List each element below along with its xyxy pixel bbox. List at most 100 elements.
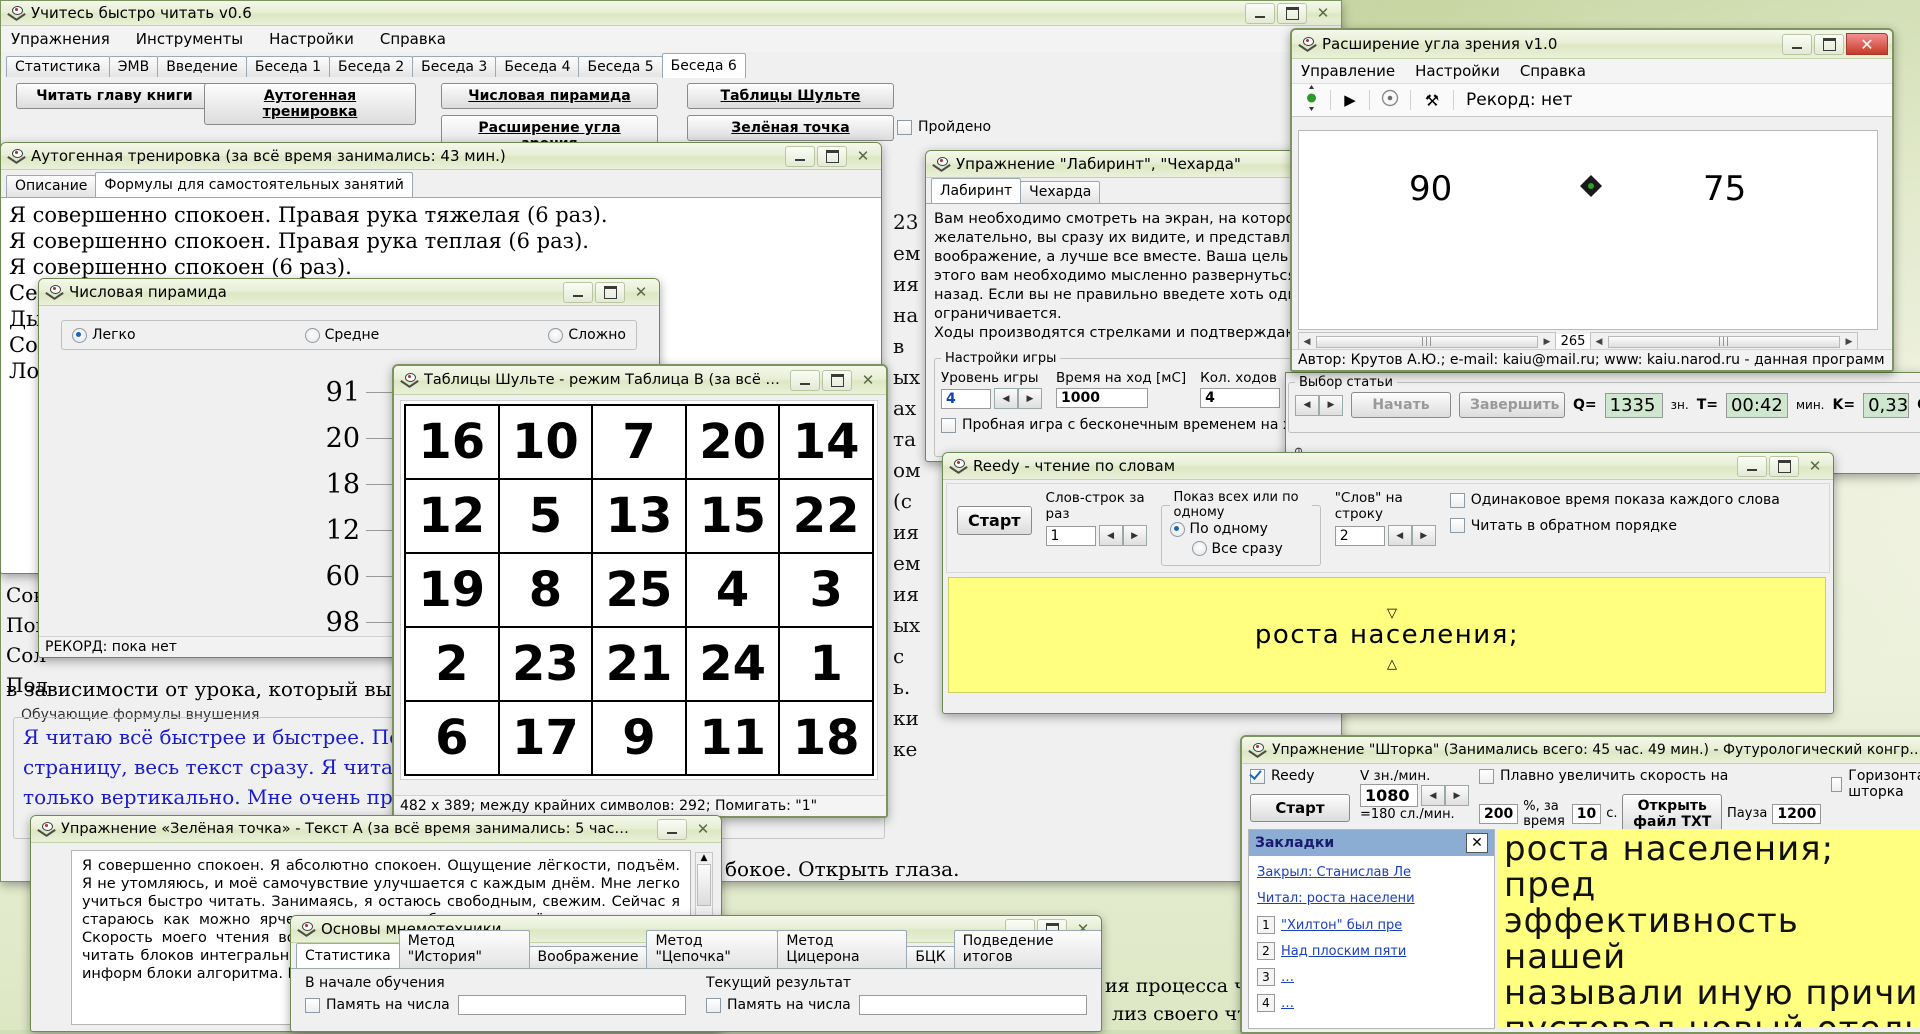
schulte-cell[interactable]: 8 <box>497 552 594 628</box>
pause-value[interactable]: 1200 <box>1772 803 1822 824</box>
schulte-window-controls[interactable]: ✕ <box>790 369 882 391</box>
schulte-cell[interactable]: 23 <box>497 626 594 702</box>
minimize-icon[interactable] <box>563 281 593 303</box>
minimize-icon[interactable] <box>1245 2 1275 24</box>
minimize-icon[interactable] <box>657 818 687 840</box>
schulte-cell[interactable]: 1 <box>778 626 874 702</box>
autogenic-training-button[interactable]: Аутогенная тренировка <box>204 83 416 125</box>
scroll-right-icon[interactable]: ▶ <box>1539 337 1555 347</box>
minimize-icon[interactable] <box>1782 33 1812 55</box>
maximize-icon[interactable] <box>1277 2 1307 24</box>
schulte-cell[interactable]: 7 <box>591 404 687 480</box>
schulte-cell[interactable]: 22 <box>778 478 874 554</box>
mnemo-tab-strip[interactable]: Статистика Метод "История" Воображение М… <box>291 930 1101 969</box>
main-window-titlebar[interactable]: Учитесь быстро читать v0.6 ✕ <box>1 1 1341 26</box>
play-icon[interactable]: ▶ <box>1331 91 1369 109</box>
green-point-button[interactable]: Зелёная точка <box>687 115 894 141</box>
schulte-cell[interactable]: 5 <box>497 478 594 554</box>
pyramid-titlebar[interactable]: Числовая пирамида ✕ <box>39 279 659 306</box>
bookmark-link[interactable]: Над плоским пяти <box>1281 944 1406 959</box>
scroll-up-icon[interactable]: ▲ <box>696 853 712 863</box>
schulte-cell[interactable]: 4 <box>684 552 781 628</box>
tab-statistika[interactable]: Статистика <box>296 943 400 968</box>
shtorka-text-area[interactable]: роста населения; пред эффективность наше… <box>1498 829 1920 1027</box>
memory-numbers-checkbox-2[interactable]: Память на числа <box>706 997 851 1013</box>
memory-numbers-checkbox-1[interactable]: Память на числа <box>305 997 450 1013</box>
tab-emv[interactable]: ЭМВ <box>108 56 159 78</box>
memory-numbers-field-2[interactable] <box>858 995 1087 1015</box>
number-pyramid-button[interactable]: Числовая пирамида <box>441 83 658 109</box>
level-medium-radio[interactable]: Средне <box>304 327 379 343</box>
shtorka-start-button[interactable]: Старт <box>1250 793 1350 822</box>
schulte-grid[interactable]: 16 10 7 20 14 12 5 13 15 22 19 8 25 4 3 … <box>404 404 874 776</box>
scroll-left-icon[interactable]: ◀ <box>1591 337 1607 347</box>
words-lines-value[interactable]: 1 <box>1045 525 1096 546</box>
green-point-titlebar[interactable]: Упражнение «Зелёная точка» - Текст А (за… <box>31 816 721 843</box>
tab-podvedenie-itogov[interactable]: Подведение итогов <box>953 930 1101 968</box>
close-icon[interactable]: ✕ <box>1309 4 1337 23</box>
schulte-canvas[interactable]: 16 10 7 20 14 12 5 13 15 22 19 8 25 4 3 … <box>400 400 878 780</box>
target-icon[interactable] <box>1370 89 1410 111</box>
move-time-value[interactable]: 1000 <box>1056 388 1148 408</box>
bookmark-link[interactable]: … <box>1281 996 1294 1011</box>
main-menu-bar[interactable]: Упражнения Инструменты Настройки Справка <box>1 26 1341 52</box>
schulte-cell[interactable]: 15 <box>684 478 781 554</box>
menu-item-upravlenie[interactable]: Управление <box>1301 62 1395 80</box>
autogenic-tab-strip[interactable]: Описание Формулы для самостоятельных зан… <box>1 170 881 198</box>
words-per-line-spinner[interactable]: ◀ ▶ <box>1387 525 1436 546</box>
level-easy-radio[interactable]: Легко <box>72 327 136 343</box>
schulte-cell[interactable]: 20 <box>684 404 781 480</box>
level-hard-radio[interactable]: Сложно <box>548 327 626 343</box>
article-spinner[interactable]: ◀ ▶ <box>1295 394 1343 416</box>
labyrinth-titlebar[interactable]: Упражнение "Лабиринт", "Чехарда" <box>926 151 1326 178</box>
schulte-cell[interactable]: 25 <box>591 552 687 628</box>
vision-toolbar[interactable]: ▶ ⚒ Рекорд: нет <box>1292 83 1892 117</box>
finish-button[interactable]: Завершить <box>1459 392 1565 418</box>
scrollbar-thumb[interactable] <box>697 864 711 906</box>
tab-beseda-6[interactable]: Беседа 6 <box>661 53 746 78</box>
scroll-right-icon[interactable]: ▶ <box>1841 337 1857 347</box>
schulte-cell[interactable]: 21 <box>591 626 687 702</box>
tab-formuly[interactable]: Формулы для самостоятельных занятий <box>95 172 413 197</box>
time-value[interactable]: 10 <box>1571 803 1602 824</box>
memory-numbers-field-1[interactable] <box>457 995 686 1015</box>
menu-item-help[interactable]: Справка <box>380 30 446 48</box>
schulte-cell[interactable]: 17 <box>497 700 594 776</box>
reedy-start-button[interactable]: Старт <box>957 506 1032 535</box>
schulte-cell[interactable]: 24 <box>684 626 781 702</box>
tab-metod-tsitserona[interactable]: Метод Цицерона <box>777 930 908 968</box>
tab-metod-tsepochka[interactable]: Метод "Цепочка" <box>646 930 779 968</box>
vision-window-controls[interactable]: ✕ <box>1782 33 1888 55</box>
tab-beseda-3[interactable]: Беседа 3 <box>412 56 497 78</box>
green-dot-icon[interactable] <box>1292 85 1330 115</box>
show-mode-one-radio[interactable]: По одному <box>1169 521 1268 537</box>
open-txt-button[interactable]: Открыть файл TXT <box>1622 793 1723 834</box>
tab-beseda-4[interactable]: Беседа 4 <box>495 56 580 78</box>
schulte-cell[interactable]: 2 <box>404 626 500 702</box>
scrollbar-thumb[interactable]: ||| <box>1608 335 1840 348</box>
reedy-checkbox[interactable]: Reedy <box>1250 768 1315 784</box>
equal-time-checkbox[interactable]: Одинаковое время показа каждого слова <box>1449 492 1780 508</box>
maximize-icon[interactable] <box>1814 33 1844 55</box>
level-value[interactable]: 4 <box>941 388 991 409</box>
menu-item-spravka[interactable]: Справка <box>1520 62 1586 80</box>
tab-statistika[interactable]: Статистика <box>6 56 110 78</box>
schulte-cell[interactable]: 6 <box>404 700 500 776</box>
tab-beseda-2[interactable]: Беседа 2 <box>329 56 414 78</box>
bookmark-link[interactable]: "Хилтон" был пре <box>1281 918 1402 933</box>
minimize-icon[interactable] <box>785 145 815 167</box>
tab-btsk[interactable]: БЦК <box>906 946 955 968</box>
start-button[interactable]: Начать <box>1351 392 1451 418</box>
close-icon[interactable]: ✕ <box>854 371 882 390</box>
read-chapter-button[interactable]: Читать главу книги <box>16 83 213 109</box>
tab-vvedenie[interactable]: Введение <box>157 56 247 78</box>
schulte-cell[interactable]: 11 <box>684 700 781 776</box>
schulte-cell[interactable]: 18 <box>778 700 874 776</box>
main-tab-strip[interactable]: Статистика ЭМВ Введение Беседа 1 Беседа … <box>1 52 1341 79</box>
speed-value[interactable]: 1080 <box>1360 784 1418 807</box>
scroll-left-icon[interactable]: ◀ <box>1299 337 1315 347</box>
menu-item-tools[interactable]: Инструменты <box>136 30 243 48</box>
bookmarks-close-icon[interactable]: ✕ <box>1466 833 1488 853</box>
words-lines-spinner[interactable]: ◀ ▶ <box>1098 525 1147 546</box>
close-icon[interactable]: ✕ <box>689 820 717 839</box>
